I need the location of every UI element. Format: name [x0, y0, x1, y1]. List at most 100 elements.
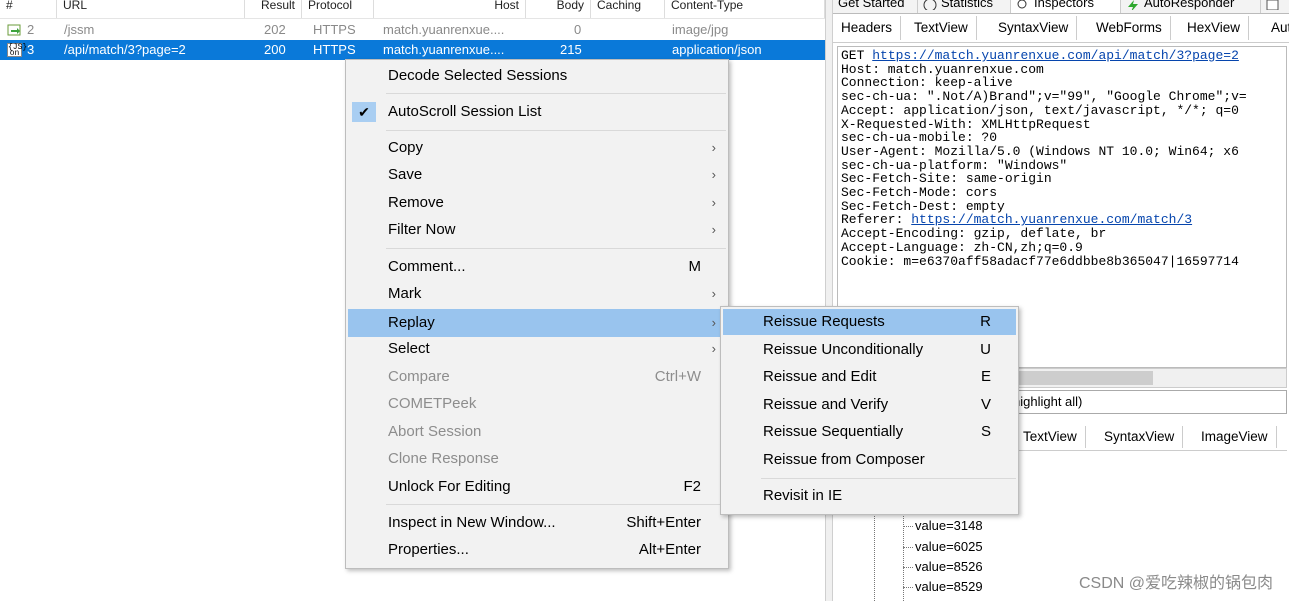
menu-item-label: Revisit in IE	[763, 487, 843, 504]
col-header-host[interactable]: Host	[374, 0, 526, 18]
menu-item-label: Properties...	[388, 541, 469, 558]
menu-item-label: Remove	[388, 194, 444, 211]
menu-item-label: Filter Now	[388, 221, 456, 238]
chevron-right-icon: ›	[711, 167, 716, 182]
tab-autoresponder[interactable]: AutoResponder	[1121, 0, 1261, 13]
request-line: sec-ch-ua: ".Not/A)Brand";v="99", "Googl…	[841, 90, 1283, 104]
session-host: match.yuanrenxue....	[383, 42, 505, 57]
col-header-num[interactable]: #	[0, 0, 57, 18]
col-header-result[interactable]: Result	[245, 0, 302, 18]
tree-node[interactable]: value=8529	[903, 577, 983, 597]
menu-item-shortcut: F2	[683, 478, 701, 495]
tab-autoresponder-label: AutoResponder	[1144, 0, 1235, 10]
session-row-selected[interactable]: {JS} on 3 /api/match/3?page=2 200 HTTPS m…	[0, 40, 825, 60]
submenu-item-reissue-verify[interactable]: Reissue and Verify V	[723, 392, 1016, 418]
chevron-right-icon: ›	[711, 195, 716, 210]
magnifier-icon	[1016, 0, 1030, 10]
menu-item-label: Reissue Unconditionally	[763, 341, 924, 358]
menu-item-decode[interactable]: Decode Selected Sessions	[348, 63, 726, 89]
menu-item-shortcut: Shift+Enter	[626, 514, 701, 531]
menu-item-label: Save	[388, 166, 423, 183]
menu-item-shortcut: R	[980, 313, 991, 330]
col-header-url[interactable]: URL	[57, 0, 245, 18]
request-line: Host: match.yuanrenxue.com	[841, 62, 1283, 77]
stopwatch-icon	[923, 0, 937, 12]
menu-item-label: Unlock For Editing	[388, 478, 511, 495]
top-tab-bar: Get Started Statistics Inspectors AutoRe…	[833, 0, 1289, 14]
tab-headers[interactable]: Headers	[833, 16, 902, 40]
menu-item-label: Reissue and Edit	[763, 368, 877, 385]
chevron-right-icon: ›	[711, 140, 716, 155]
menu-item-copy[interactable]: Copy ›	[348, 135, 726, 161]
request-line: Connection: keep-alive	[841, 76, 1283, 90]
menu-item-label: Clone Response	[388, 450, 499, 467]
menu-item-label: Decode Selected Sessions	[388, 67, 568, 84]
session-url: /jssm	[64, 22, 95, 37]
tab-textview[interactable]: TextView	[906, 16, 977, 40]
menu-separator	[386, 504, 726, 505]
menu-item-comment[interactable]: Comment... M	[348, 254, 726, 280]
menu-item-filter-now[interactable]: Filter Now ›	[348, 217, 726, 243]
menu-item-label: Compare	[388, 368, 450, 385]
request-line: Accept-Language: zh-CN,zh;q=0.9	[841, 240, 1283, 255]
tab-statistics-label: Statistics	[941, 0, 994, 10]
tree-node[interactable]: value=3148	[903, 516, 983, 536]
menu-item-shortcut: U	[980, 341, 991, 358]
col-header-body[interactable]: Body	[526, 0, 591, 18]
context-menu: Decode Selected Sessions ✔ AutoScroll Se…	[345, 59, 729, 569]
tab-syntaxview[interactable]: SyntaxView	[990, 16, 1078, 40]
menu-item-label: Inspect in New Window...	[388, 514, 556, 531]
tab-resp-syntaxview[interactable]: SyntaxView	[1096, 426, 1184, 448]
submenu-item-reissue-edit[interactable]: Reissue and Edit E	[723, 364, 1016, 390]
submenu-item-reissue-requests[interactable]: Reissue Requests R	[723, 309, 1016, 335]
menu-item-properties[interactable]: Properties... Alt+Enter	[348, 537, 726, 563]
menu-item-label: Reissue from Composer	[763, 451, 925, 468]
menu-item-compare: Compare Ctrl+W	[348, 364, 726, 390]
composer-icon	[1266, 0, 1280, 11]
tab-inspectors-label: Inspectors	[1034, 0, 1094, 10]
request-line: Accept: application/json, text/javascrip…	[841, 103, 1283, 118]
session-body: 215	[560, 42, 582, 57]
tree-node[interactable]: value=6025	[903, 537, 983, 557]
submenu-item-reissue-sequentially[interactable]: Reissue Sequentially S	[723, 419, 1016, 445]
json-icon: {JS} on	[7, 43, 28, 58]
lightning-icon	[1126, 0, 1140, 12]
request-line: sec-ch-ua-platform: "Windows"	[841, 158, 1283, 173]
menu-item-select[interactable]: Select ›	[348, 336, 726, 362]
request-tab-bar: Headers TextView SyntaxView WebForms Hex…	[833, 14, 1289, 43]
menu-item-unlock-editing[interactable]: Unlock For Editing F2	[348, 474, 726, 500]
submenu-item-revisit-ie[interactable]: Revisit in IE	[723, 483, 1016, 509]
tab-resp-textview[interactable]: TextView	[1015, 426, 1086, 448]
menu-item-remove[interactable]: Remove ›	[348, 190, 726, 216]
menu-item-shortcut: Ctrl+W	[654, 368, 701, 385]
session-row[interactable]: 2 /jssm 202 HTTPS match.yuanrenxue.... 0…	[0, 20, 825, 40]
request-line: Sec-Fetch-Dest: empty	[841, 199, 1283, 214]
col-header-protocol[interactable]: Protocol	[302, 0, 374, 18]
menu-item-label: Comment...	[388, 258, 466, 275]
session-num: 3	[27, 42, 35, 57]
tab-get-started[interactable]: Get Started	[833, 0, 918, 13]
menu-item-inspect-new-window[interactable]: Inspect in New Window... Shift+Enter	[348, 510, 726, 536]
tab-resp-imageview[interactable]: ImageView	[1193, 426, 1277, 448]
menu-item-replay[interactable]: Replay ›	[348, 309, 726, 337]
col-header-content-type[interactable]: Content-Type	[665, 0, 825, 18]
menu-item-save[interactable]: Save ›	[348, 162, 726, 188]
request-line-text: Cookie: m=e6370aff58adacf77e6ddbbe8b3650…	[841, 253, 1239, 269]
tab-inspectors[interactable]: Inspectors	[1011, 0, 1121, 13]
request-line: GET https://match.yuanrenxue.com/api/mat…	[841, 49, 1283, 63]
session-protocol: HTTPS	[313, 22, 356, 37]
tab-hexview[interactable]: HexView	[1179, 16, 1250, 40]
menu-item-mark[interactable]: Mark ›	[348, 281, 726, 307]
session-url: /api/match/3?page=2	[64, 42, 186, 57]
submenu-item-reissue-composer[interactable]: Reissue from Composer	[723, 447, 1016, 473]
tree-node[interactable]: value=8526	[903, 557, 983, 577]
tab-next[interactable]	[1261, 0, 1289, 13]
col-header-caching[interactable]: Caching	[591, 0, 665, 18]
image-icon	[7, 23, 22, 37]
tab-webforms[interactable]: WebForms	[1088, 16, 1171, 40]
menu-item-clone-response: Clone Response	[348, 446, 726, 472]
menu-item-autoscroll[interactable]: ✔ AutoScroll Session List	[348, 99, 726, 125]
submenu-item-reissue-unconditionally[interactable]: Reissue Unconditionally U	[723, 337, 1016, 363]
tab-statistics[interactable]: Statistics	[918, 0, 1011, 13]
tab-auth[interactable]: Aut	[1263, 16, 1289, 40]
